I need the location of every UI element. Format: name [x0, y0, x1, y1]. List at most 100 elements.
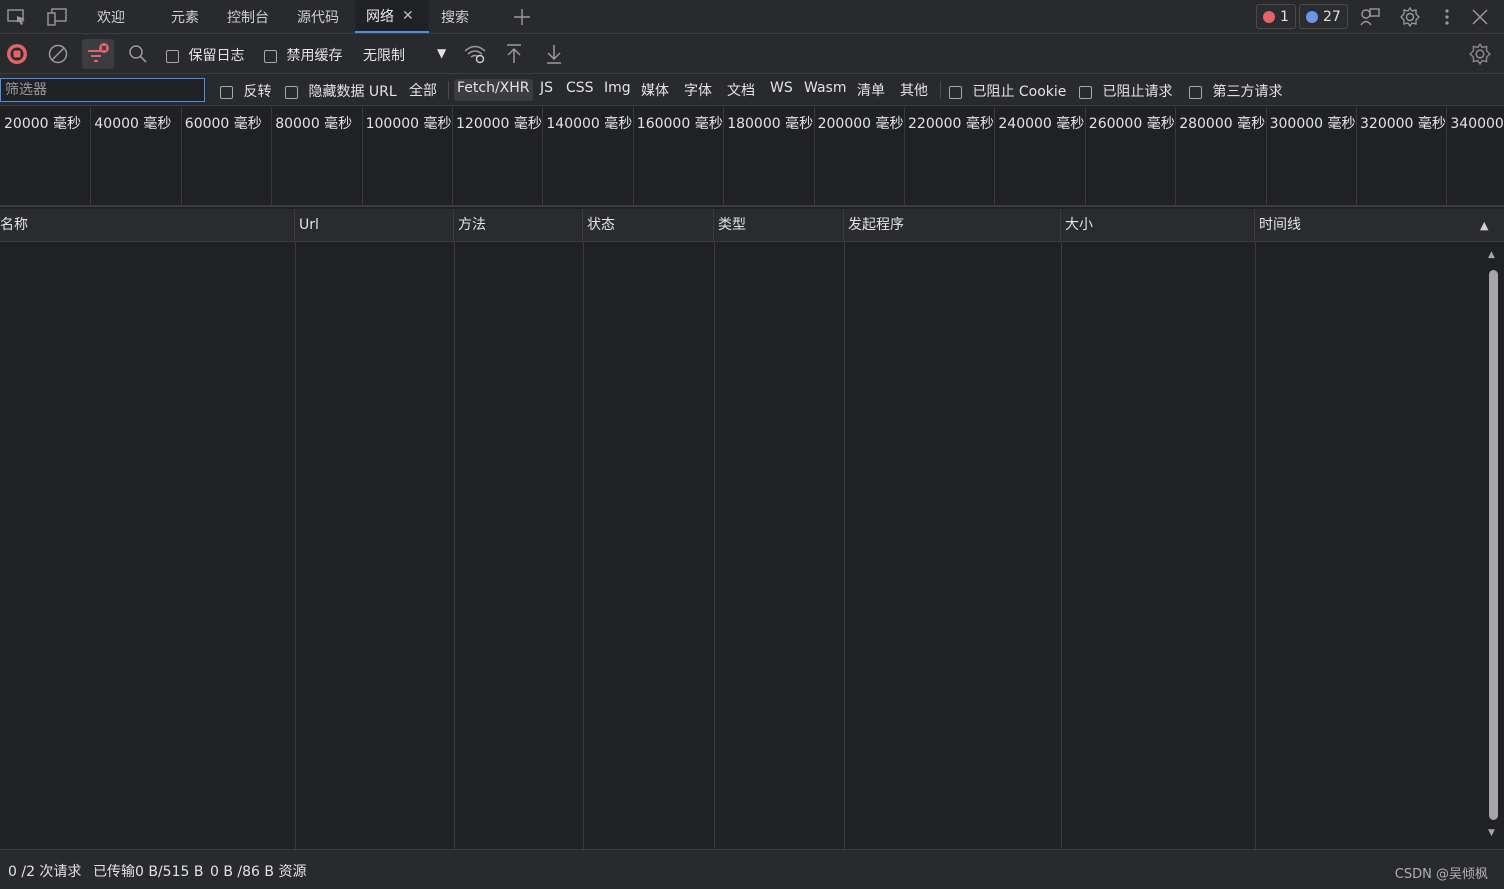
overview-time-label: 220000 毫秒 — [908, 116, 994, 132]
column-header-name[interactable]: 名称 — [0, 209, 295, 242]
filter-input[interactable]: 筛选器 — [0, 78, 205, 102]
disable-cache-option[interactable]: 禁用缓存 — [264, 45, 342, 65]
overview-time-label: 260000 毫秒 — [1088, 116, 1175, 132]
overview-time-label: 240000 毫秒 — [998, 116, 1085, 132]
timeline-overview[interactable]: 20000 毫秒 40000 毫秒 60000 毫秒 80000 毫秒 100000 毫… — [0, 107, 1504, 207]
column-header-type[interactable]: 类型 — [714, 209, 844, 242]
tab-label: 源代码 — [297, 9, 339, 26]
column-header-method[interactable]: 方法 — [454, 209, 583, 242]
preserve-log-checkbox[interactable] — [166, 49, 179, 63]
device-emulation-icon[interactable] — [45, 5, 69, 29]
column-divider — [1061, 242, 1062, 849]
column-header-timeline[interactable]: 时间线 ▲ — [1255, 209, 1504, 242]
column-label: Url — [299, 217, 319, 233]
error-icon — [1263, 10, 1275, 23]
devtools-tab-bar: 欢迎 元素 控制台 源代码 网络 ✕ 搜索 1 27 — [0, 0, 1504, 34]
overview-time-label: 200000 毫秒 — [817, 116, 904, 132]
scroll-up-arrow-icon[interactable]: ▲ — [1488, 250, 1495, 260]
blocked-requests-checkbox[interactable] — [1079, 85, 1092, 99]
blocked-cookies-checkbox[interactable] — [949, 85, 962, 99]
tab-search[interactable]: 搜索 — [441, 0, 469, 33]
column-divider — [583, 242, 584, 849]
filter-toggle-button[interactable] — [82, 39, 114, 69]
overview-grid-line — [814, 107, 815, 205]
column-divider — [295, 242, 296, 849]
third-party-label: 第三方请求 — [1212, 84, 1283, 100]
separator — [940, 81, 941, 99]
overview-grid-line — [1446, 107, 1447, 205]
export-har-icon[interactable] — [544, 43, 564, 69]
tab-label: 元素 — [171, 9, 199, 26]
hide-data-urls-checkbox[interactable] — [285, 85, 298, 99]
stop-recording-icon[interactable] — [6, 43, 28, 69]
message-icon — [1306, 10, 1318, 23]
message-count: 27 — [1323, 8, 1341, 25]
preserve-log-option[interactable]: 保留日志 — [166, 45, 244, 65]
overview-grid-line — [1085, 107, 1086, 205]
vertical-scrollbar[interactable]: ▲ ▼ — [1486, 242, 1500, 849]
blocked-cookies-option[interactable]: 已阻止 Cookie — [949, 81, 1066, 101]
settings-gear-icon[interactable] — [1398, 5, 1422, 29]
disable-cache-checkbox[interactable] — [264, 49, 277, 63]
tab-welcome[interactable]: 欢迎 — [97, 0, 125, 33]
type-filter-ws[interactable]: WS — [767, 79, 796, 101]
type-filter-fetch-xhr[interactable]: Fetch/XHR — [454, 79, 533, 101]
type-filter-doc[interactable]: 文档 — [724, 79, 758, 101]
search-icon[interactable] — [128, 44, 148, 68]
tab-elements[interactable]: 元素 — [171, 0, 199, 33]
column-header-status[interactable]: 状态 — [583, 209, 714, 242]
overview-grid-line — [723, 107, 724, 205]
throttling-select[interactable]: 无限制 ▼ — [363, 45, 453, 65]
tab-network[interactable]: 网络 ✕ — [355, 0, 429, 33]
type-filter-media[interactable]: 媒体 — [638, 79, 672, 101]
close-devtools-icon[interactable] — [1468, 5, 1492, 29]
invert-label: 反转 — [243, 84, 272, 100]
network-settings-gear-icon[interactable] — [1468, 42, 1492, 70]
overview-time-label: 60000 毫秒 — [184, 116, 262, 132]
tab-sources[interactable]: 源代码 — [297, 0, 339, 33]
column-label: 状态 — [587, 217, 615, 233]
column-header-url[interactable]: Url — [295, 209, 454, 242]
scrollbar-thumb[interactable] — [1489, 270, 1498, 820]
scroll-down-arrow-icon[interactable]: ▼ — [1488, 828, 1495, 838]
third-party-option[interactable]: 第三方请求 — [1189, 81, 1282, 101]
close-icon[interactable]: ✕ — [402, 8, 414, 24]
column-label: 发起程序 — [848, 217, 904, 233]
column-header-initiator[interactable]: 发起程序 — [844, 209, 1061, 242]
add-tab-icon[interactable] — [510, 5, 534, 29]
overview-time-label: 160000 毫秒 — [636, 116, 723, 132]
inspect-element-icon[interactable] — [5, 5, 29, 29]
type-filter-js[interactable]: JS — [537, 79, 556, 101]
type-filter-css[interactable]: CSS — [563, 79, 597, 101]
invert-option[interactable]: 反转 — [220, 81, 271, 101]
overview-time-label: 80000 毫秒 — [275, 116, 353, 132]
blocked-requests-option[interactable]: 已阻止请求 — [1079, 81, 1172, 101]
type-filter-manifest[interactable]: 清单 — [854, 79, 888, 101]
tab-console[interactable]: 控制台 — [227, 0, 269, 33]
request-table-body[interactable]: ▲ ▼ — [0, 242, 1504, 849]
throttling-value: 无限制 — [363, 48, 405, 64]
hide-data-urls-option[interactable]: 隐藏数据 URL — [285, 81, 397, 101]
type-filter-font[interactable]: 字体 — [681, 79, 715, 101]
type-filter-other[interactable]: 其他 — [897, 79, 931, 101]
overview-grid-line — [542, 107, 543, 205]
type-filter-wasm[interactable]: Wasm — [801, 79, 849, 101]
status-bar: 0 /2 次请求 已传输0 B/515 B 0 B /86 B 资源 CSDN … — [0, 849, 1504, 889]
overview-grid-line — [452, 107, 453, 205]
invert-checkbox[interactable] — [220, 85, 233, 99]
import-har-icon[interactable] — [504, 43, 524, 69]
type-filter-img[interactable]: Img — [601, 79, 634, 101]
customize-icon[interactable] — [1358, 5, 1382, 29]
overview-grid-line — [904, 107, 905, 205]
column-label: 方法 — [458, 217, 486, 233]
filter-placeholder: 筛选器 — [5, 82, 47, 98]
network-conditions-icon[interactable] — [463, 43, 487, 69]
message-count-badge[interactable]: 27 — [1299, 4, 1348, 29]
third-party-checkbox[interactable] — [1189, 85, 1202, 99]
error-count-badge[interactable]: 1 — [1256, 4, 1296, 29]
overview-time-label: 100000 毫秒 — [365, 116, 452, 132]
column-header-size[interactable]: 大小 — [1061, 209, 1255, 242]
type-filter-all[interactable]: 全部 — [406, 79, 440, 101]
more-options-icon[interactable] — [1435, 5, 1459, 29]
clear-icon[interactable] — [47, 43, 69, 69]
